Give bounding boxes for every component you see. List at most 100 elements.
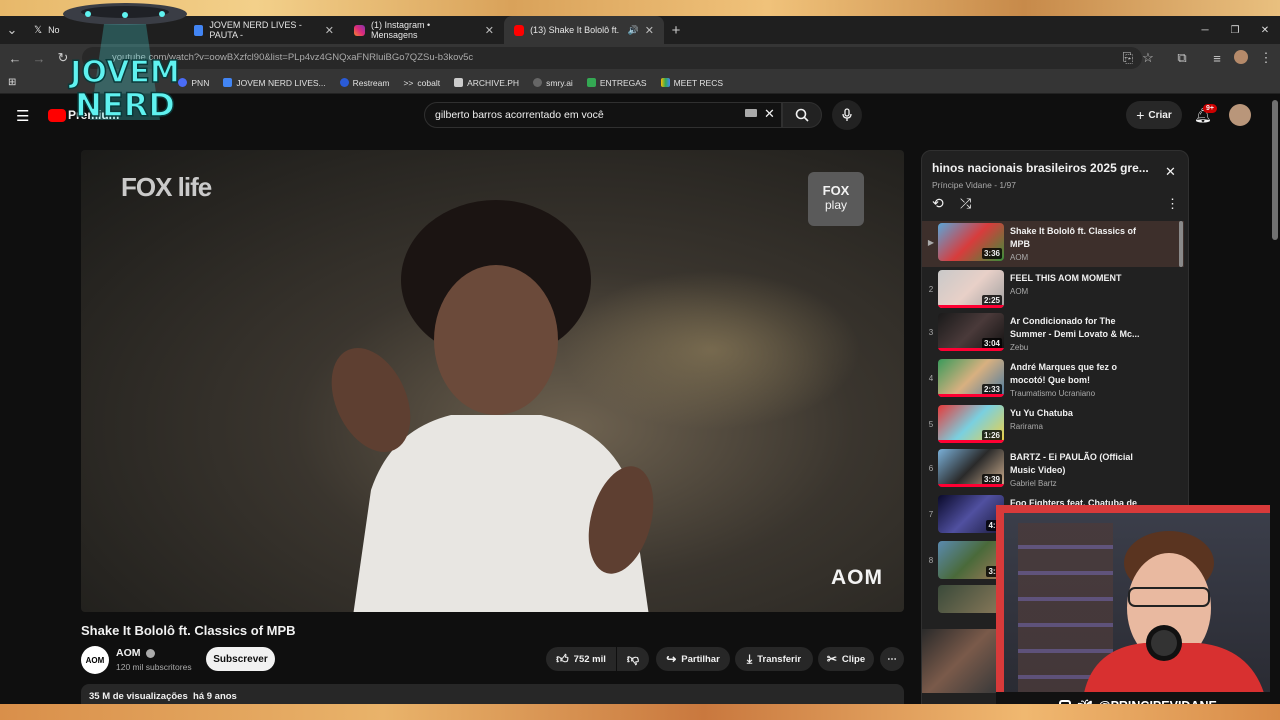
subscribe-button[interactable]: Subscrever [206, 647, 275, 671]
tab-instagram[interactable]: (1) Instagram • Mensagens ✕ [344, 16, 504, 44]
playlist-item[interactable]: 5 1:26 Yu Yu Chatuba Rarirama [922, 403, 1184, 449]
close-icon[interactable]: ✕ [325, 24, 334, 37]
bookmark-jn-lives[interactable]: JOVEM NERD LIVES... [223, 78, 326, 88]
speaker-icon[interactable]: 🔊 [628, 25, 639, 36]
video-thumbnail: 2:25 [938, 270, 1004, 308]
bookmark-smry[interactable]: smry.ai [533, 78, 573, 88]
fox-play-logo: FOX play [808, 172, 864, 226]
share-icon: ↪ [666, 652, 677, 666]
voice-search-button[interactable] [832, 100, 862, 130]
playlist-item-channel: Rarirama [1010, 422, 1043, 431]
tab-label: JOVEM NERD LIVES - PAUTA - [209, 20, 302, 40]
keyboard-icon[interactable] [745, 109, 757, 117]
fox-play-line1: FOX [822, 183, 850, 198]
playlist-item[interactable]: 2 2:25 FEEL THIS AOM MOMENT AOM [922, 268, 1184, 314]
clear-search-icon[interactable]: ✕ [764, 106, 775, 122]
playlist-item-index: 4 [928, 374, 934, 383]
more-actions-button[interactable]: ⋯ [880, 647, 904, 671]
video-player[interactable]: FOX life FOX play AOM [81, 150, 904, 612]
star-icon[interactable]: ☆ [1136, 46, 1160, 70]
tab-youtube[interactable]: (13) Shake It Bololô ft. Clas 🔊 ✕ [504, 16, 664, 44]
video-thumbnail[interactable] [938, 585, 1004, 613]
bookmarks-bar: ⊞ PNN JOVEM NERD LIVES... Restream >> cob… [0, 72, 1280, 94]
playlist-item-index: 8 [928, 556, 934, 565]
playlist-item-channel: AOM [1010, 287, 1029, 296]
video-thumbnail: 1:26 [938, 405, 1004, 443]
bookmark-meet-recs[interactable]: MEET RECS [660, 78, 723, 88]
maximize-button[interactable]: ❐ [1220, 16, 1250, 44]
playlist-item[interactable]: ▶ 3:36 Shake It Bololô ft. Classics of M… [922, 221, 1184, 267]
globe-icon [533, 78, 543, 87]
playlist-subtitle: Príncipe Vidane - 1/97 [932, 180, 1016, 190]
forward-icon[interactable]: → [27, 46, 51, 70]
page-scrollbar-thumb[interactable] [1272, 100, 1278, 240]
tab-search-chevron-icon[interactable]: ⌄ [0, 18, 24, 42]
webcam-feed [1004, 513, 1272, 693]
new-tab-button[interactable]: + [664, 18, 688, 42]
clip-button[interactable]: ✂ Clipe [818, 647, 874, 671]
window-close-button[interactable]: ✕ [1250, 16, 1280, 44]
bookmark-cobalt[interactable]: >> cobalt [403, 78, 440, 88]
playlist-scrollbar-thumb[interactable] [1179, 221, 1183, 267]
minimize-button[interactable]: ─ [1190, 16, 1220, 44]
playlist-item-index: 3 [928, 328, 934, 337]
video-thumbnail: 4:1 [938, 495, 1004, 533]
bookmark-label: ARCHIVE.PH [467, 77, 520, 88]
loop-icon[interactable]: ⟲ [932, 195, 944, 212]
media-icon[interactable]: ≡ [1205, 46, 1229, 70]
playlist-item[interactable]: 4 2:33 André Marques que fez o mocotó! Q… [922, 357, 1184, 403]
playlist-item[interactable]: 6 3:39 BARTZ - Ei PAULÃO (Official Music… [922, 447, 1184, 493]
apps-grid-icon[interactable]: ⊞ [8, 77, 16, 88]
video-thumbnail[interactable] [922, 629, 996, 693]
account-avatar[interactable] [1229, 104, 1251, 126]
hamburger-menu-icon[interactable]: ☰ [16, 107, 29, 125]
docs-icon [194, 24, 204, 36]
like-count: 752 mil [573, 653, 606, 665]
search-button[interactable] [782, 102, 822, 128]
video-thumbnail: 3:39 [938, 449, 1004, 487]
logo-text-jovem: JOVEM [68, 55, 179, 90]
playlist-item-title: FEEL THIS AOM MOMENT [1010, 273, 1122, 283]
restream-icon [339, 78, 349, 87]
channel-name[interactable]: AOM [116, 647, 156, 659]
share-label: Partilhar [681, 653, 720, 665]
bookmark-archive[interactable]: ARCHIVE.PH [454, 78, 519, 88]
search-input[interactable]: gilberto barros acorrentado em você [424, 102, 782, 128]
bookmark-label: PNN [191, 77, 210, 88]
playlist-item-index: 7 [928, 510, 934, 519]
download-button[interactable]: ⤓ Transferir [735, 647, 813, 671]
playlist-menu-icon[interactable]: ⋮ [1166, 196, 1179, 212]
close-playlist-icon[interactable]: ✕ [1165, 164, 1176, 180]
playlist-item-index: 5 [928, 420, 934, 429]
back-icon[interactable]: ← [3, 46, 27, 70]
create-button[interactable]: + Criar [1126, 101, 1182, 129]
aom-watermark: AOM [831, 566, 883, 589]
tab-docs[interactable]: JOVEM NERD LIVES - PAUTA - ✕ [184, 16, 344, 44]
menu-kebab-icon[interactable]: ⋮ [1254, 46, 1278, 70]
share-button[interactable]: ↪ Partilhar [656, 647, 730, 671]
logo-text-nerd: NERD [75, 86, 175, 124]
bookmark-label: cobalt [417, 77, 441, 88]
create-label: Criar [1148, 109, 1172, 121]
shuffle-icon[interactable]: ⤮ [960, 195, 971, 212]
extensions-icon[interactable]: ⧉ [1170, 46, 1194, 70]
playlist-item-title: Ar Condicionado for The Summer - Demi Lo… [1010, 316, 1140, 339]
webcam-overlay [996, 505, 1280, 720]
drive-icon [660, 78, 670, 87]
playlist-item-channel: Gabriel Bartz [1010, 479, 1057, 488]
fox-play-line2: play [824, 198, 847, 212]
playlist-title[interactable]: hinos nacionais brasileiros 2025 gre... [932, 161, 1149, 175]
close-icon[interactable]: ✕ [485, 24, 494, 37]
close-icon[interactable]: ✕ [645, 24, 654, 37]
url-field[interactable]: youtube.com/watch?v=oowBXzfcl90&list=PLp… [82, 47, 1142, 69]
bookmark-restream[interactable]: Restream [339, 78, 389, 88]
playlist-item[interactable]: 3 3:04 Ar Condicionado for The Summer - … [922, 311, 1184, 357]
address-bar: ← → ↻ youtube.com/watch?v=oowBXzfcl90&li… [0, 44, 1280, 72]
dislike-button[interactable]: 👎︎ [617, 647, 649, 671]
like-button[interactable]: 👍︎ 752 mil [546, 647, 616, 671]
watch-progress-bar [938, 305, 1004, 308]
profile-avatar[interactable] [1234, 50, 1248, 64]
channel-avatar[interactable]: AOM [81, 646, 109, 674]
bookmark-entregas[interactable]: ENTREGAS [586, 78, 647, 88]
bookmark-label: smry.ai [546, 77, 573, 88]
